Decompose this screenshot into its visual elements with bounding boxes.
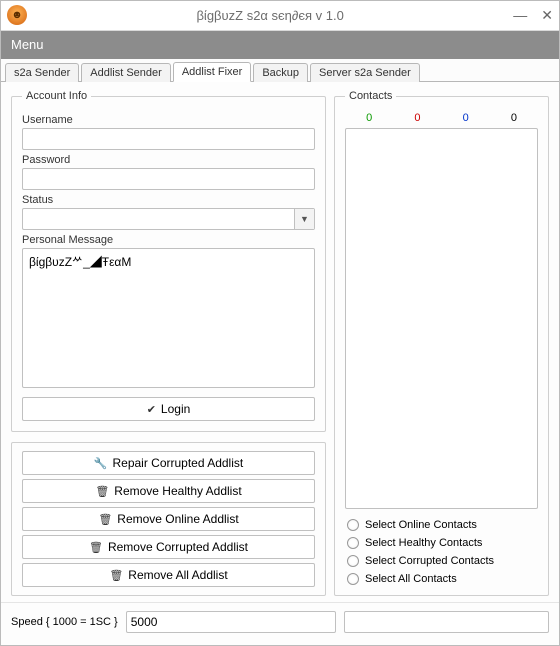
username-input[interactable] bbox=[22, 128, 315, 150]
remove-healthy-label: Remove Healthy Addlist bbox=[114, 484, 241, 498]
tab-backup[interactable]: Backup bbox=[253, 63, 308, 82]
trash-icon: 🗑 bbox=[89, 541, 103, 554]
remove-all-label: Remove All Addlist bbox=[128, 568, 227, 582]
addlist-actions-group: 🔧 Repair Corrupted Addlist 🗑 Remove Heal… bbox=[11, 442, 326, 596]
contacts-group: Contacts 0 0 0 0 Select Online Contacts bbox=[334, 90, 549, 596]
window-title: βίgβυzZ s2α ѕєη∂єя v 1.0 bbox=[27, 8, 513, 23]
remove-corrupted-addlist-button[interactable]: 🗑 Remove Corrupted Addlist bbox=[22, 535, 315, 559]
trash-icon: 🗑 bbox=[109, 569, 123, 582]
status-label: Status bbox=[22, 194, 315, 206]
titlebar: ☻ βίgβυzZ s2α ѕєη∂єя v 1.0 — ✕ bbox=[1, 1, 559, 31]
close-button[interactable]: ✕ bbox=[541, 7, 553, 24]
account-info-group: Account Info Username Password Status ▼ … bbox=[11, 90, 326, 432]
speed-input[interactable] bbox=[126, 611, 336, 633]
select-online-label: Select Online Contacts bbox=[365, 519, 477, 531]
menubar: Menu bbox=[1, 31, 559, 59]
password-input[interactable] bbox=[22, 168, 315, 190]
personal-message-label: Personal Message bbox=[22, 234, 315, 246]
contacts-counts: 0 0 0 0 bbox=[345, 112, 538, 124]
select-healthy-contacts-radio[interactable]: Select Healthy Contacts bbox=[347, 537, 536, 549]
wrench-icon: 🔧 bbox=[94, 457, 108, 470]
menu-item-menu[interactable]: Menu bbox=[11, 37, 44, 52]
personal-message-input[interactable] bbox=[22, 248, 315, 388]
status-input[interactable] bbox=[22, 208, 315, 230]
speed-label: Speed { 1000 = 1SC } bbox=[11, 616, 118, 628]
app-icon: ☻ bbox=[7, 5, 27, 25]
footer: Speed { 1000 = 1SC } bbox=[1, 602, 559, 645]
username-label: Username bbox=[22, 114, 315, 126]
app-window: ☻ βίgβυzZ s2α ѕєη∂єя v 1.0 — ✕ Menu s2a … bbox=[0, 0, 560, 646]
tab-strip: s2a Sender Addlist Sender Addlist Fixer … bbox=[1, 59, 559, 82]
remove-online-label: Remove Online Addlist bbox=[117, 512, 238, 526]
radio-icon bbox=[347, 519, 359, 531]
remove-all-addlist-button[interactable]: 🗑 Remove All Addlist bbox=[22, 563, 315, 587]
contacts-list[interactable] bbox=[345, 128, 538, 509]
main-panel: Account Info Username Password Status ▼ … bbox=[1, 82, 559, 602]
select-online-contacts-radio[interactable]: Select Online Contacts bbox=[347, 519, 536, 531]
minimize-button[interactable]: — bbox=[513, 7, 527, 24]
contacts-legend: Contacts bbox=[345, 90, 396, 102]
remove-corrupted-label: Remove Corrupted Addlist bbox=[108, 540, 248, 554]
account-info-legend: Account Info bbox=[22, 90, 91, 102]
contacts-count-corrupted: 0 bbox=[414, 112, 420, 124]
select-all-label: Select All Contacts bbox=[365, 573, 457, 585]
tab-s2a-sender[interactable]: s2a Sender bbox=[5, 63, 79, 82]
output-input[interactable] bbox=[344, 611, 549, 633]
left-column: Account Info Username Password Status ▼ … bbox=[11, 90, 326, 596]
status-combo[interactable]: ▼ bbox=[22, 208, 315, 230]
radio-icon bbox=[347, 555, 359, 567]
repair-label: Repair Corrupted Addlist bbox=[112, 456, 243, 470]
select-corrupted-contacts-radio[interactable]: Select Corrupted Contacts bbox=[347, 555, 536, 567]
repair-corrupted-addlist-button[interactable]: 🔧 Repair Corrupted Addlist bbox=[22, 451, 315, 475]
remove-healthy-addlist-button[interactable]: 🗑 Remove Healthy Addlist bbox=[22, 479, 315, 503]
trash-icon: 🗑 bbox=[95, 485, 109, 498]
select-healthy-label: Select Healthy Contacts bbox=[365, 537, 482, 549]
window-controls: — ✕ bbox=[513, 7, 553, 24]
contacts-count-healthy: 0 bbox=[463, 112, 469, 124]
login-button[interactable]: ✔ Login bbox=[22, 397, 315, 421]
contacts-select-group: Select Online Contacts Select Healthy Co… bbox=[345, 519, 538, 585]
check-icon: ✔ bbox=[147, 403, 156, 416]
chevron-down-icon[interactable]: ▼ bbox=[294, 209, 314, 229]
radio-icon bbox=[347, 573, 359, 585]
tab-addlist-fixer[interactable]: Addlist Fixer bbox=[173, 62, 252, 82]
contacts-count-online: 0 bbox=[366, 112, 372, 124]
tab-server-s2a-sender[interactable]: Server s2a Sender bbox=[310, 63, 420, 82]
contacts-count-all: 0 bbox=[511, 112, 517, 124]
radio-icon bbox=[347, 537, 359, 549]
select-corrupted-label: Select Corrupted Contacts bbox=[365, 555, 494, 567]
right-column: Contacts 0 0 0 0 Select Online Contacts bbox=[334, 90, 549, 596]
select-all-contacts-radio[interactable]: Select All Contacts bbox=[347, 573, 536, 585]
trash-icon: 🗑 bbox=[98, 513, 112, 526]
password-label: Password bbox=[22, 154, 315, 166]
remove-online-addlist-button[interactable]: 🗑 Remove Online Addlist bbox=[22, 507, 315, 531]
login-button-label: Login bbox=[161, 402, 190, 416]
tab-addlist-sender[interactable]: Addlist Sender bbox=[81, 63, 171, 82]
